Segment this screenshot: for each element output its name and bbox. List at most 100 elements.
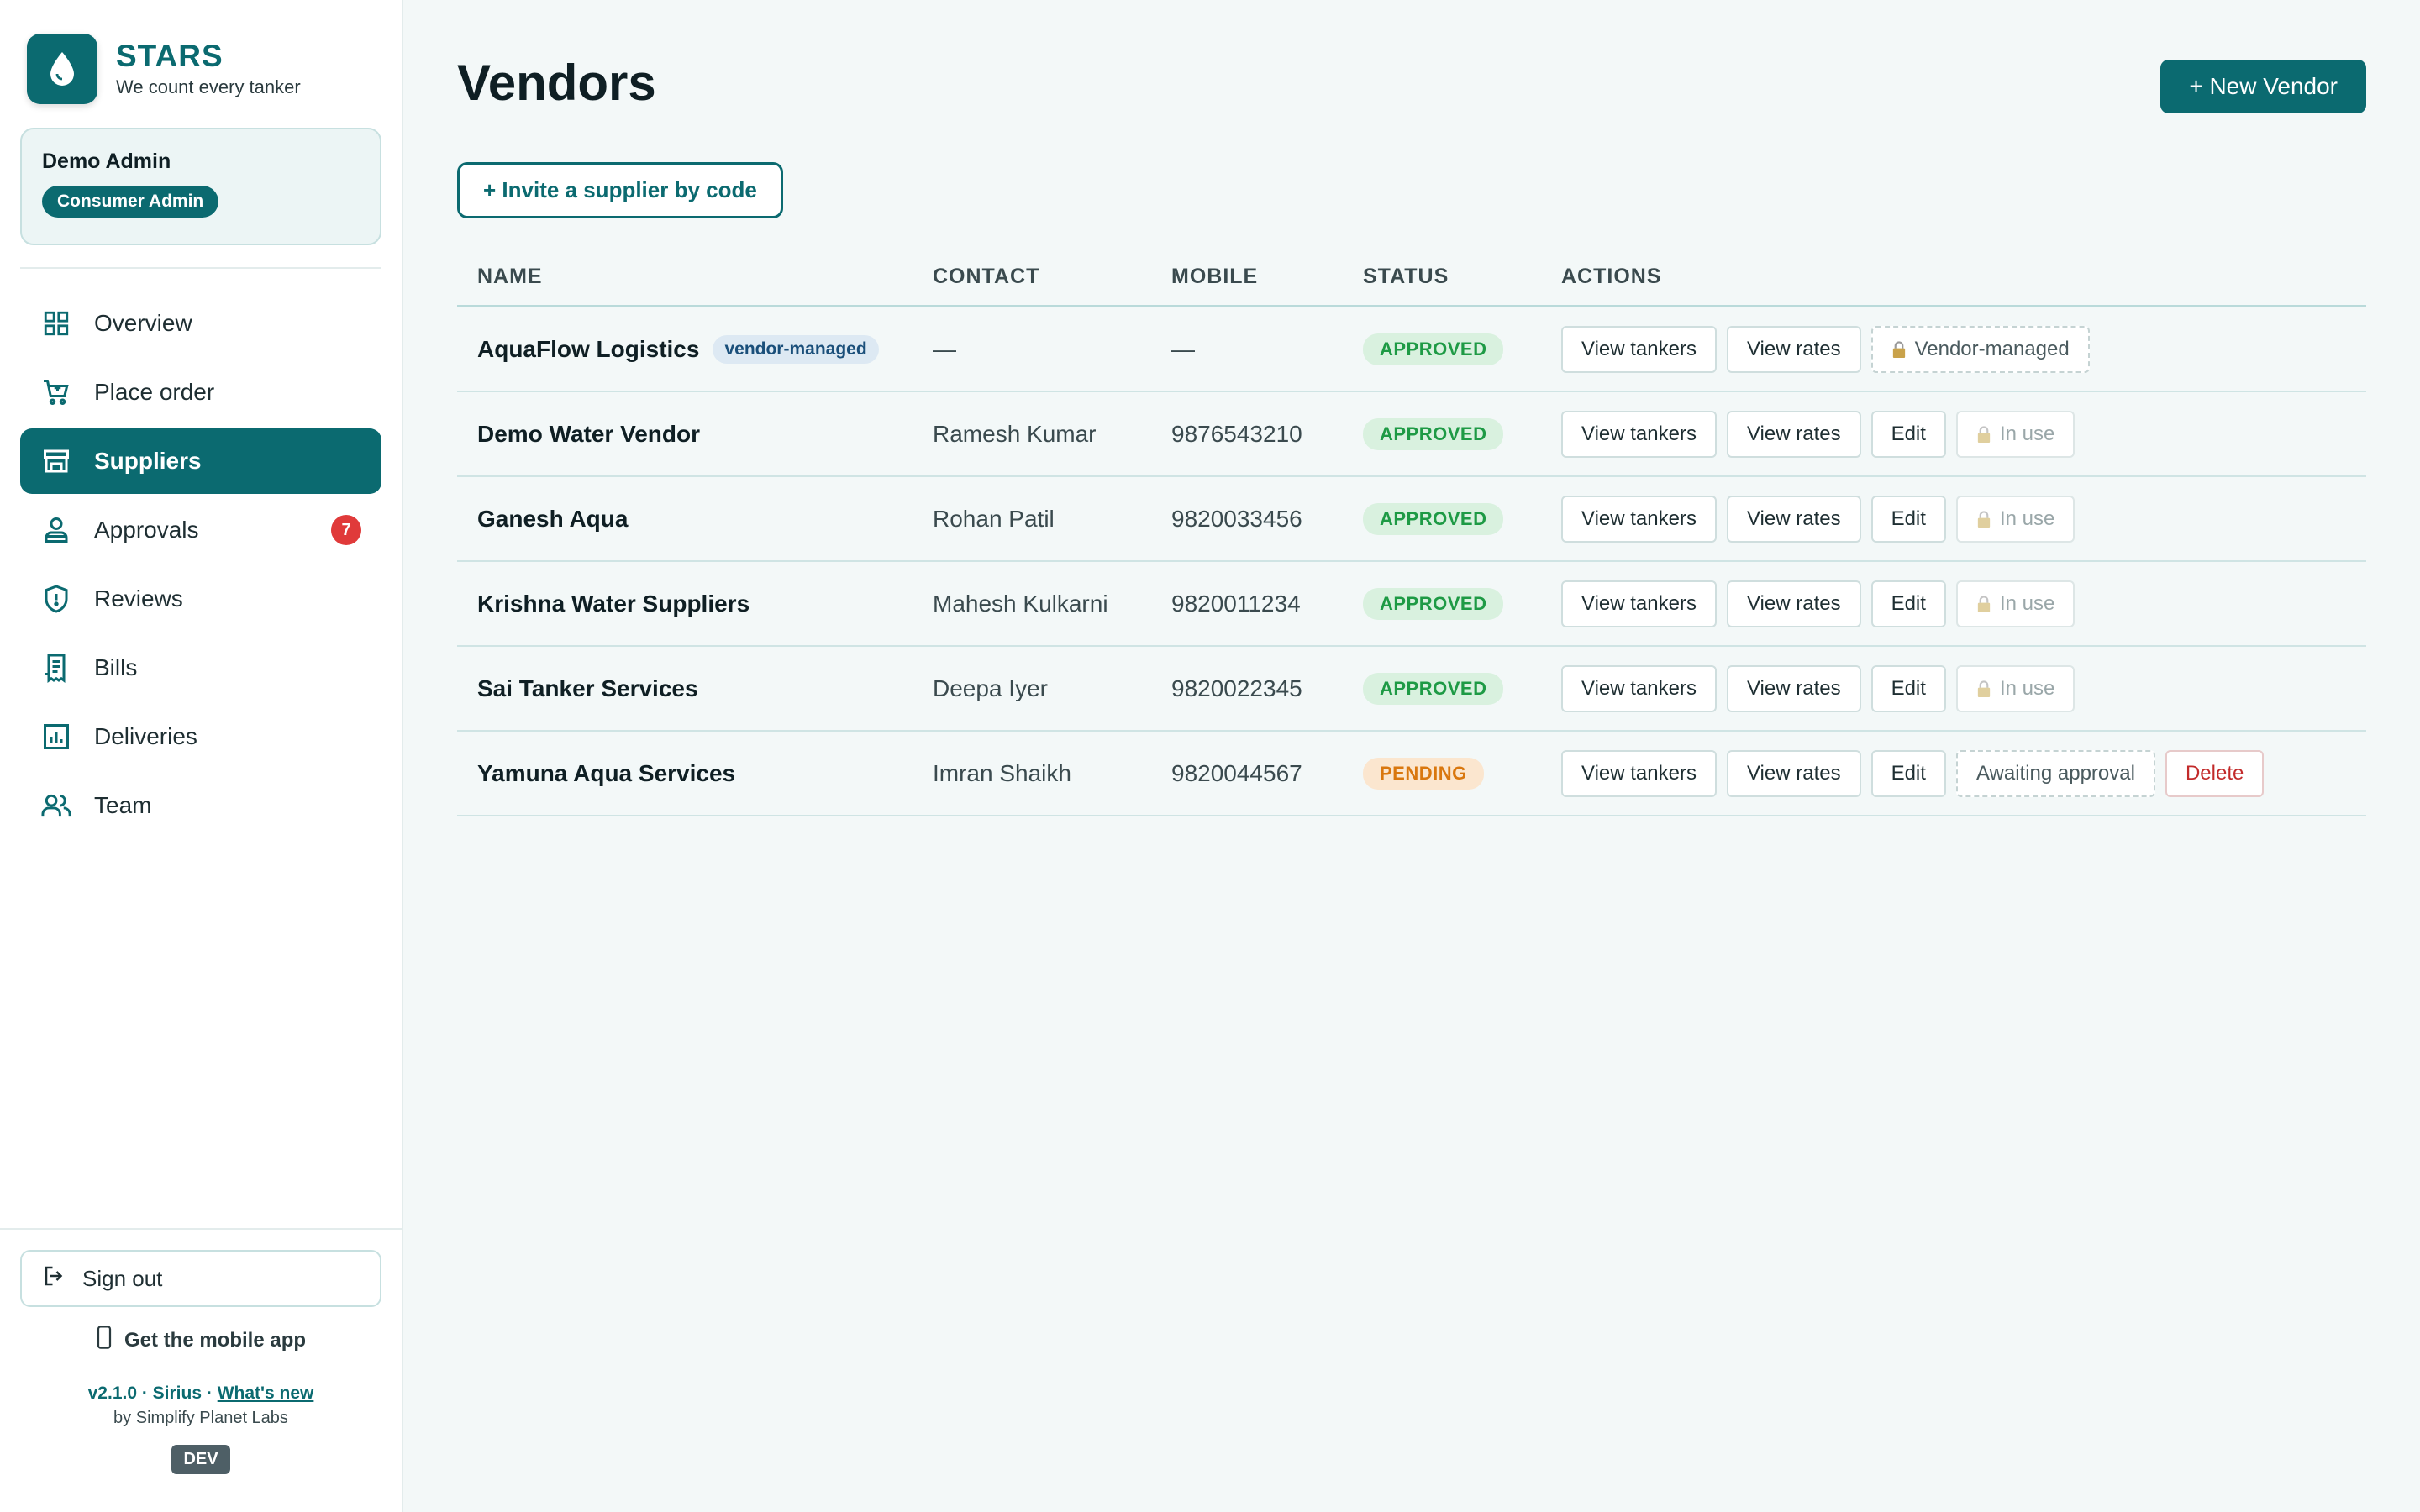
user-check-icon <box>40 514 72 546</box>
sign-out-icon <box>42 1263 67 1294</box>
sidebar-item-label: Deliveries <box>94 723 197 749</box>
vendor-name: Sai Tanker Services <box>477 675 698 701</box>
sidebar-item-suppliers[interactable]: Suppliers <box>20 428 381 494</box>
edit-button[interactable]: Edit <box>1870 664 1946 712</box>
vendor-contact: Ramesh Kumar <box>933 420 1097 447</box>
in-use-label: In use <box>1999 422 2055 445</box>
status-badge: APPROVED <box>1363 587 1504 620</box>
sidebar: STARS We count every tanker Demo Admin C… <box>0 0 403 1512</box>
vendor-mobile: 9820044567 <box>1171 759 1302 786</box>
view-tankers-button[interactable]: View tankers <box>1561 495 1717 543</box>
brand[interactable]: STARS We count every tanker <box>0 0 402 104</box>
vendor-name: AquaFlow Logistics <box>477 335 700 362</box>
lock-icon <box>1891 340 1907 358</box>
whats-new-link[interactable]: What's new <box>218 1383 314 1403</box>
table-row: Ganesh Aqua Rohan Patil 9820033456 APPRO… <box>457 477 2366 562</box>
status-badge: APPROVED <box>1363 333 1504 365</box>
lock-icon <box>1976 510 1991 528</box>
new-vendor-button[interactable]: + New Vendor <box>2160 60 2366 113</box>
edit-button[interactable]: Edit <box>1870 410 1946 458</box>
sign-out-label: Sign out <box>82 1265 163 1291</box>
header-actions: ACTIONS <box>1561 265 1662 288</box>
view-rates-button[interactable]: View rates <box>1726 495 1861 543</box>
table-row: Demo Water Vendor Ramesh Kumar 987654321… <box>457 392 2366 477</box>
header-name: NAME <box>477 265 543 288</box>
vendor-mobile: 9820033456 <box>1171 505 1302 532</box>
view-tankers-button[interactable]: View tankers <box>1561 664 1717 712</box>
vendor-managed-label: Vendor-managed <box>1914 337 2070 360</box>
sidebar-nav: Overview Place order Suppliers Approvals <box>0 291 402 842</box>
edit-button[interactable]: Edit <box>1870 749 1946 797</box>
vendor-managed-indicator: Vendor-managed <box>1870 325 2090 373</box>
sidebar-item-place-order[interactable]: Place order <box>20 360 381 425</box>
status-badge: APPROVED <box>1363 417 1504 450</box>
status-badge: APPROVED <box>1363 502 1504 535</box>
main-content: Vendors + New Vendor + Invite a supplier… <box>403 0 2420 1512</box>
phone-icon <box>96 1326 113 1355</box>
page-title: Vendors <box>457 55 656 111</box>
view-rates-button[interactable]: View rates <box>1726 749 1861 797</box>
vendor-contact: Rohan Patil <box>933 505 1055 532</box>
water-drop-icon <box>27 34 97 104</box>
sidebar-item-label: Approvals <box>94 517 199 543</box>
status-badge: PENDING <box>1363 757 1484 790</box>
users-icon <box>40 790 72 822</box>
edit-button[interactable]: Edit <box>1870 495 1946 543</box>
header-status: STATUS <box>1363 265 1449 288</box>
view-tankers-button[interactable]: View tankers <box>1561 325 1717 373</box>
vendor-mobile: 9876543210 <box>1171 420 1302 447</box>
vendor-contact: Deepa Iyer <box>933 675 1048 701</box>
vendor-mobile: 9820011234 <box>1171 590 1301 617</box>
view-tankers-button[interactable]: View tankers <box>1561 580 1717 627</box>
sidebar-item-label: Suppliers <box>94 448 202 474</box>
view-rates-button[interactable]: View rates <box>1726 580 1861 627</box>
vendor-contact: Imran Shaikh <box>933 759 1071 786</box>
sidebar-item-reviews[interactable]: Reviews <box>20 566 381 632</box>
role-badge: Consumer Admin <box>42 186 219 218</box>
version-text: v2.1.0 · Sirius · <box>87 1383 218 1403</box>
view-rates-button[interactable]: View rates <box>1726 325 1861 373</box>
get-mobile-app-link[interactable]: Get the mobile app <box>0 1326 402 1355</box>
byline: by Simplify Planet Labs <box>113 1409 288 1427</box>
awaiting-approval-indicator: Awaiting approval <box>1955 749 2155 797</box>
approvals-count-badge: 7 <box>331 515 361 545</box>
view-tankers-button[interactable]: View tankers <box>1561 749 1717 797</box>
lock-icon <box>1976 425 1991 443</box>
sidebar-item-overview[interactable]: Overview <box>20 291 381 356</box>
grid-icon <box>40 307 72 339</box>
in-use-indicator: In use <box>1955 495 2075 543</box>
invite-supplier-button[interactable]: + Invite a supplier by code <box>457 162 783 218</box>
view-tankers-button[interactable]: View tankers <box>1561 410 1717 458</box>
env-badge: DEV <box>171 1445 230 1474</box>
table-row: AquaFlow Logistics vendor-managed — — APP… <box>457 307 2366 392</box>
header-contact: CONTACT <box>933 265 1040 288</box>
view-rates-button[interactable]: View rates <box>1726 664 1861 712</box>
vendor-mobile: — <box>1171 335 1195 362</box>
sidebar-item-approvals[interactable]: Approvals 7 <box>20 497 381 563</box>
table-row: Yamuna Aqua Services Imran Shaikh 982004… <box>457 732 2366 816</box>
sign-out-button[interactable]: Sign out <box>20 1250 381 1307</box>
sidebar-item-bills[interactable]: Bills <box>20 635 381 701</box>
mobile-app-label: Get the mobile app <box>124 1328 307 1352</box>
cart-icon <box>40 376 72 408</box>
sidebar-item-label: Place order <box>94 379 215 405</box>
sidebar-item-label: Team <box>94 792 152 818</box>
sidebar-item-deliveries[interactable]: Deliveries <box>20 704 381 769</box>
in-use-indicator: In use <box>1955 664 2075 712</box>
sidebar-footer: Sign out Get the mobile app v2.1.0 · Sir… <box>0 1228 402 1512</box>
sidebar-item-team[interactable]: Team <box>20 773 381 838</box>
edit-button[interactable]: Edit <box>1870 580 1946 627</box>
vendor-name: Ganesh Aqua <box>477 505 629 532</box>
user-name: Demo Admin <box>42 150 171 173</box>
user-card: Demo Admin Consumer Admin <box>20 128 381 245</box>
view-rates-button[interactable]: View rates <box>1726 410 1861 458</box>
vendor-mobile: 9820022345 <box>1171 675 1302 701</box>
delete-button[interactable]: Delete <box>2165 749 2265 797</box>
vendor-managed-tag: vendor-managed <box>713 334 879 364</box>
bar-chart-icon <box>40 721 72 753</box>
sidebar-item-label: Bills <box>94 654 138 680</box>
status-badge: APPROVED <box>1363 672 1504 705</box>
vendor-contact: — <box>933 335 956 362</box>
table-header: NAME CONTACT MOBILE STATUS ACTIONS <box>457 249 2366 307</box>
in-use-label: In use <box>1999 676 2055 700</box>
